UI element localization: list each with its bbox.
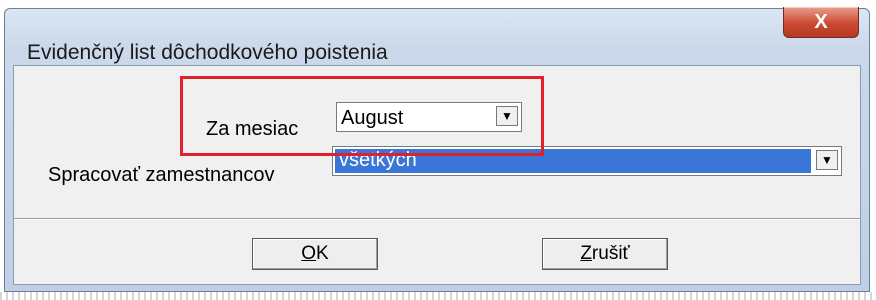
cancel-mnemonic: Z: [580, 243, 592, 264]
divider: [14, 218, 860, 220]
close-button[interactable]: X: [783, 7, 859, 38]
ok-mnemonic: O: [301, 243, 317, 264]
close-icon: X: [814, 10, 828, 33]
title-bar: Evidenčný list dôchodkového poistenia X: [5, 7, 869, 73]
cancel-label: rušiť: [591, 243, 630, 264]
ok-label: K: [316, 243, 329, 264]
background-sheet: [0, 292, 876, 300]
cancel-button[interactable]: Zrušiť: [542, 238, 668, 270]
dialog-title: Evidenčný list dôchodkového poistenia: [27, 41, 388, 64]
annotation-highlight-box: [180, 76, 544, 156]
employees-label: Spracovať zamestnancov: [48, 164, 275, 186]
ok-button[interactable]: OK: [252, 238, 378, 270]
chevron-down-icon[interactable]: ▼: [816, 150, 838, 170]
